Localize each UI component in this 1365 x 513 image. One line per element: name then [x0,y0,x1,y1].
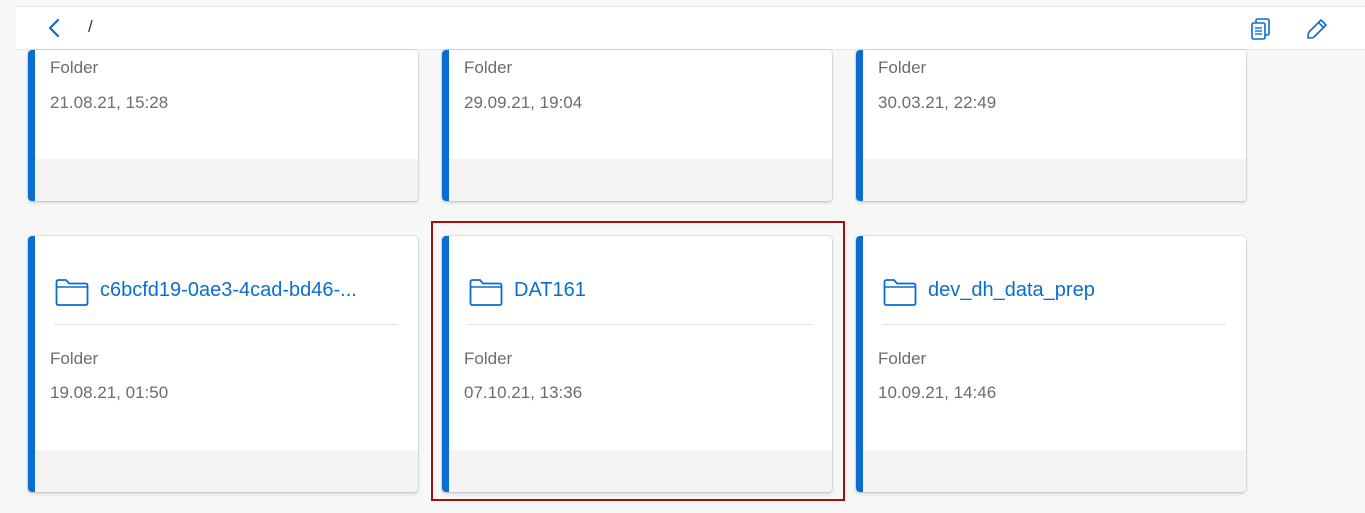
card-footer [35,159,418,201]
card-type: Folder [464,58,513,77]
card-accent [442,50,449,201]
card-footer [35,450,418,492]
chevron-left-icon[interactable] [44,17,66,39]
card-footer [449,159,832,201]
copy-icon[interactable] [1249,17,1273,41]
folder-card[interactable]: dev_dh_data_prep Folder 10.09.21, 14:46 [856,236,1246,492]
card-date: 07.10.21, 13:36 [464,383,583,402]
pencil-icon[interactable] [1305,17,1329,41]
card-header: DAT161 [468,276,812,325]
card-type: Folder [50,349,99,368]
card-accent [442,236,449,492]
card-date: 21.08.21, 15:28 [50,93,169,112]
folder-name-link[interactable]: dev_dh_data_prep [928,279,1095,302]
card-footer [863,159,1246,201]
card-date: 10.09.21, 14:46 [878,383,997,402]
card-header: c6bcfd19-0ae3-4cad-bd46-... [54,276,398,325]
card-footer [863,450,1246,492]
folder-name-link[interactable]: c6bcfd19-0ae3-4cad-bd46-... [100,279,357,302]
card-date: 29.09.21, 19:04 [464,93,583,112]
card-date: 19.08.21, 01:50 [50,383,169,402]
folder-icon [469,278,503,306]
breadcrumb[interactable]: / [88,17,93,37]
card-date: 30.03.21, 22:49 [878,93,997,112]
card-type: Folder [464,349,513,368]
folder-card[interactable]: DAT161 Folder 07.10.21, 13:36 [442,236,832,492]
card-type: Folder [50,58,99,77]
folder-icon [883,278,917,306]
folder-card[interactable]: Folder 30.03.21, 22:49 [856,50,1246,201]
card-accent [28,236,35,492]
card-header: dev_dh_data_prep [882,276,1226,325]
folder-card[interactable]: Folder 21.08.21, 15:28 [28,50,418,201]
folder-name-link[interactable]: DAT161 [514,279,586,302]
folder-card[interactable]: Folder 29.09.21, 19:04 [442,50,832,201]
card-type: Folder [878,349,927,368]
folder-card[interactable]: c6bcfd19-0ae3-4cad-bd46-... Folder 19.08… [28,236,418,492]
card-accent [856,236,863,492]
folder-icon [55,278,89,306]
toolbar: / [16,6,1365,50]
card-type: Folder [878,58,927,77]
card-accent [28,50,35,201]
card-footer [449,450,832,492]
card-accent [856,50,863,201]
